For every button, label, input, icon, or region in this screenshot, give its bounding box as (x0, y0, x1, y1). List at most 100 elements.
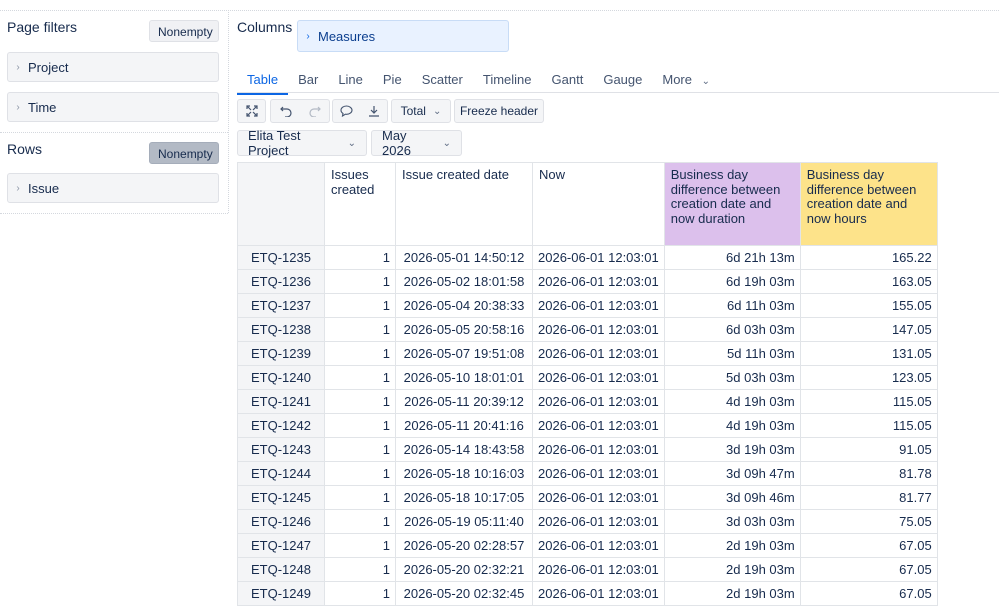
tab-bar[interactable]: Bar (288, 66, 328, 94)
row-issue-key[interactable]: ETQ-1236 (237, 269, 325, 294)
columns-title: Columns (237, 19, 293, 35)
page-filter-project[interactable]: › Project (7, 52, 219, 82)
row-issue-key[interactable]: ETQ-1249 (237, 581, 325, 606)
cell-now: 2026-06-01 12:03:01 (532, 317, 665, 342)
tab-pie[interactable]: Pie (373, 66, 412, 94)
row-issue-key[interactable]: ETQ-1235 (237, 245, 325, 270)
comment-button[interactable] (333, 105, 360, 117)
row-issue-key[interactable]: ETQ-1244 (237, 461, 325, 486)
filters-rows-divider (0, 132, 228, 133)
table-row: ETQ-1248 1 2026-05-20 02:32:21 2026-06-01 1… (237, 557, 938, 582)
row-issue-key[interactable]: ETQ-1237 (237, 293, 325, 318)
undo-button[interactable] (271, 105, 300, 117)
cell-hours: 163.05 (799, 269, 938, 294)
tab-gantt[interactable]: Gantt (542, 66, 594, 94)
page-filters-nonempty-button[interactable]: Nonempty (149, 20, 219, 42)
chevron-right-icon: › (306, 30, 310, 42)
chevron-right-icon: › (16, 61, 20, 73)
row-issue-key[interactable]: ETQ-1242 (237, 413, 325, 438)
row-issue-key[interactable]: ETQ-1246 (237, 509, 325, 534)
cell-issue-created-date: 2026-05-18 10:17:05 (395, 485, 533, 510)
download-icon (368, 106, 379, 117)
page-filter-time[interactable]: › Time (7, 92, 219, 122)
cell-hours: 75.05 (799, 509, 938, 534)
cell-duration: 4d 19h 03m (663, 413, 801, 438)
row-dimension-issue[interactable]: › Issue (7, 173, 219, 203)
cell-issues-created: 1 (324, 413, 396, 438)
tab-more-label: More (662, 72, 692, 87)
table-row: ETQ-1244 1 2026-05-18 10:16:03 2026-06-01 1… (237, 461, 938, 486)
cell-issues-created: 1 (324, 557, 396, 582)
period-selector[interactable]: May 2026 ⌄ (371, 128, 462, 158)
cell-now: 2026-06-01 12:03:01 (532, 557, 665, 582)
table-row: ETQ-1243 1 2026-05-14 18:43:58 2026-06-01 1… (237, 437, 938, 462)
total-dropdown[interactable]: Total ⌄ (391, 99, 451, 123)
tab-line[interactable]: Line (328, 66, 373, 94)
header-business-day-hours[interactable]: Business day difference between creation… (799, 162, 938, 246)
project-selector[interactable]: Elita Test Project ⌄ (237, 128, 367, 158)
tab-scatter[interactable]: Scatter (412, 66, 473, 94)
report-table: Issues created Issue created date Now Bu… (237, 162, 938, 606)
cell-issue-created-date: 2026-05-04 20:38:33 (395, 293, 533, 318)
header-issues-created[interactable]: Issues created (324, 162, 396, 246)
tab-table[interactable]: Table (237, 66, 289, 95)
table-row: ETQ-1245 1 2026-05-18 10:17:05 2026-06-01 1… (237, 485, 938, 510)
cell-issue-created-date: 2026-05-10 18:01:01 (395, 365, 533, 390)
cell-now: 2026-06-01 12:03:01 (532, 341, 665, 366)
cell-issues-created: 1 (324, 533, 396, 558)
cell-hours: 123.05 (799, 365, 938, 390)
rows-nonempty-button[interactable]: Nonempty (149, 142, 219, 164)
table-row: ETQ-1237 1 2026-05-04 20:38:33 2026-06-01 1… (237, 293, 938, 318)
cell-duration: 6d 11h 03m (663, 293, 801, 318)
cell-now: 2026-06-01 12:03:01 (532, 413, 665, 438)
freeze-header-button[interactable]: Freeze header (454, 99, 544, 123)
row-issue-key[interactable]: ETQ-1243 (237, 437, 325, 462)
page-filters-title: Page filters (7, 19, 78, 35)
measures-label: Measures (318, 28, 376, 44)
cell-hours: 91.05 (799, 437, 938, 462)
row-issue-key[interactable]: ETQ-1239 (237, 341, 325, 366)
cell-issues-created: 1 (324, 581, 396, 606)
header-issue-created-date[interactable]: Issue created date (395, 162, 533, 246)
tab-timeline[interactable]: Timeline (473, 66, 542, 94)
row-issue-key[interactable]: ETQ-1245 (237, 485, 325, 510)
header-business-day-duration[interactable]: Business day difference between creation… (663, 162, 801, 246)
column-dimension-measures[interactable]: › Measures (297, 20, 509, 52)
download-button[interactable] (360, 105, 387, 117)
row-issue-key[interactable]: ETQ-1238 (237, 317, 325, 342)
cell-issues-created: 1 (324, 461, 396, 486)
cell-issues-created: 1 (324, 269, 396, 294)
table-row: ETQ-1241 1 2026-05-11 20:39:12 2026-06-01 1… (237, 389, 938, 414)
cell-now: 2026-06-01 12:03:01 (532, 437, 665, 462)
chevron-down-icon: ⌄ (347, 137, 356, 149)
tab-more[interactable]: More ⌄ (652, 66, 720, 94)
cell-duration: 2d 19h 03m (663, 581, 801, 606)
cell-hours: 131.05 (799, 341, 938, 366)
cell-now: 2026-06-01 12:03:01 (532, 365, 665, 390)
rows-title: Rows (7, 141, 43, 157)
row-issue-key[interactable]: ETQ-1248 (237, 557, 325, 582)
row-issue-key[interactable]: ETQ-1240 (237, 365, 325, 390)
row-issue-key[interactable]: ETQ-1241 (237, 389, 325, 414)
cell-issue-created-date: 2026-05-02 18:01:58 (395, 269, 533, 294)
cell-duration: 3d 09h 47m (663, 461, 801, 486)
cell-issue-created-date: 2026-05-18 10:16:03 (395, 461, 533, 486)
tabs-underline (237, 92, 999, 93)
cell-duration: 6d 21h 13m (663, 245, 801, 270)
redo-icon (308, 106, 321, 117)
cell-duration: 3d 19h 03m (663, 437, 801, 462)
cell-now: 2026-06-01 12:03:01 (532, 533, 665, 558)
tab-gauge[interactable]: Gauge (593, 66, 652, 94)
cell-hours: 147.05 (799, 317, 938, 342)
expand-button[interactable] (237, 99, 266, 123)
cell-issue-created-date: 2026-05-05 20:58:16 (395, 317, 533, 342)
cell-issues-created: 1 (324, 245, 396, 270)
table-row: ETQ-1242 1 2026-05-11 20:41:16 2026-06-01 1… (237, 413, 938, 438)
cell-issue-created-date: 2026-05-11 20:41:16 (395, 413, 533, 438)
table-row: ETQ-1240 1 2026-05-10 18:01:01 2026-06-01 1… (237, 365, 938, 390)
cell-issue-created-date: 2026-05-11 20:39:12 (395, 389, 533, 414)
row-issue-key[interactable]: ETQ-1247 (237, 533, 325, 558)
redo-button[interactable] (300, 105, 329, 117)
header-now[interactable]: Now (532, 162, 665, 246)
chevron-down-icon: ⌄ (701, 76, 711, 87)
